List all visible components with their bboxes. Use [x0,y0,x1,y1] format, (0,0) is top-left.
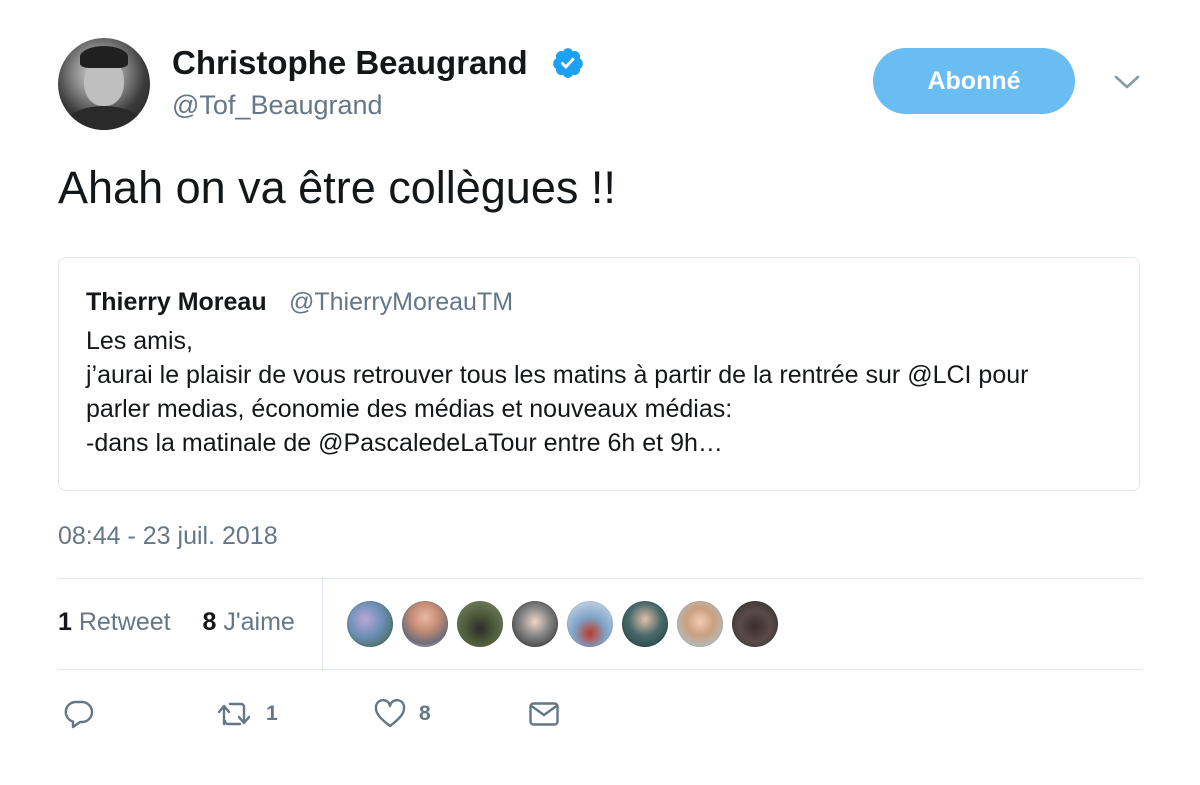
retweet-button[interactable]: 1 [216,697,278,731]
stats-divider [322,579,323,669]
liker-avatar[interactable] [402,601,448,647]
liker-avatar[interactable] [567,601,613,647]
liker-avatar[interactable] [622,601,668,647]
verified-badge-icon [553,48,583,78]
direct-message-button[interactable] [528,697,560,731]
tweet-timestamp[interactable]: 08:44 - 23 juil. 2018 [58,522,278,551]
quoted-tweet-text: Les amis, j’aurai le plaisir de vous ret… [86,324,1028,460]
liker-avatar[interactable] [457,601,503,647]
retweet-action-count: 1 [266,702,278,725]
author-avatar[interactable] [58,38,150,130]
reply-icon [64,700,94,729]
chevron-down-icon[interactable] [1113,72,1141,92]
liker-avatar[interactable] [732,601,778,647]
tweet-text: Ahah on va être collègues !! [58,162,616,213]
quoted-text-line: Les amis, [86,327,193,355]
quoted-author-handle: @ThierryMoreauTM [289,288,514,316]
heart-icon [374,698,406,728]
engagement-stats: 1 Retweet 8 J'aime [58,608,295,637]
retweets-count[interactable]: 1 [58,608,72,636]
retweets-label[interactable]: Retweet [79,608,171,636]
likers-avatars [347,601,787,647]
liker-avatar[interactable] [512,601,558,647]
quoted-text-line: parler medias, économie des médias et no… [86,395,733,423]
quoted-text-line: -dans la matinale de @PascaledeLaTour en… [86,429,723,457]
retweet-icon [217,702,251,726]
likes-label[interactable]: J'aime [223,608,294,636]
author-handle[interactable]: @Tof_Beaugrand [172,90,383,121]
likes-count[interactable]: 8 [202,608,216,636]
like-button[interactable]: 8 [373,697,431,731]
quoted-tweet[interactable]: Thierry Moreau @ThierryMoreauTM Les amis… [58,257,1140,491]
envelope-icon [529,702,559,726]
liker-avatar[interactable] [347,601,393,647]
following-button[interactable]: Abonné [873,48,1075,114]
divider [58,669,1142,670]
author-display-name[interactable]: Christophe Beaugrand [172,44,528,82]
divider [58,578,1142,579]
liker-avatar[interactable] [677,601,723,647]
quoted-author-name: Thierry Moreau [86,288,267,316]
reply-button[interactable] [63,697,95,731]
tweet-card: Christophe Beaugrand @Tof_Beaugrand Abon… [0,0,1200,785]
quoted-text-line: j’aurai le plaisir de vous retrouver tou… [86,361,1029,389]
like-action-count: 8 [419,702,431,725]
